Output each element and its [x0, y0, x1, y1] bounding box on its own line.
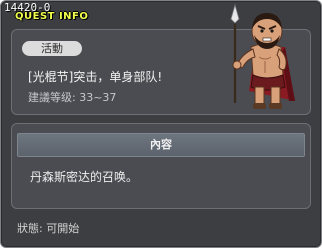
- spartan-warrior-icon: [230, 3, 295, 109]
- quest-status: 狀態: 可開始: [17, 222, 80, 235]
- content-header: 內容: [17, 133, 305, 157]
- quest-name: [光棍节]突击，单身部队!: [28, 70, 163, 84]
- event-badge: 活動: [22, 41, 82, 56]
- window-title: QUEST INFO: [15, 11, 89, 22]
- content-text: 丹森斯密达的召唤。: [30, 170, 139, 184]
- quest-info-window: 14420-0 QUEST INFO 活動 [光棍节]突击，单身部队! 建議等级…: [0, 0, 322, 248]
- content-panel: 內容 丹森斯密达的召唤。: [11, 123, 311, 209]
- recommended-level: 建議等级: 33~37: [28, 91, 117, 104]
